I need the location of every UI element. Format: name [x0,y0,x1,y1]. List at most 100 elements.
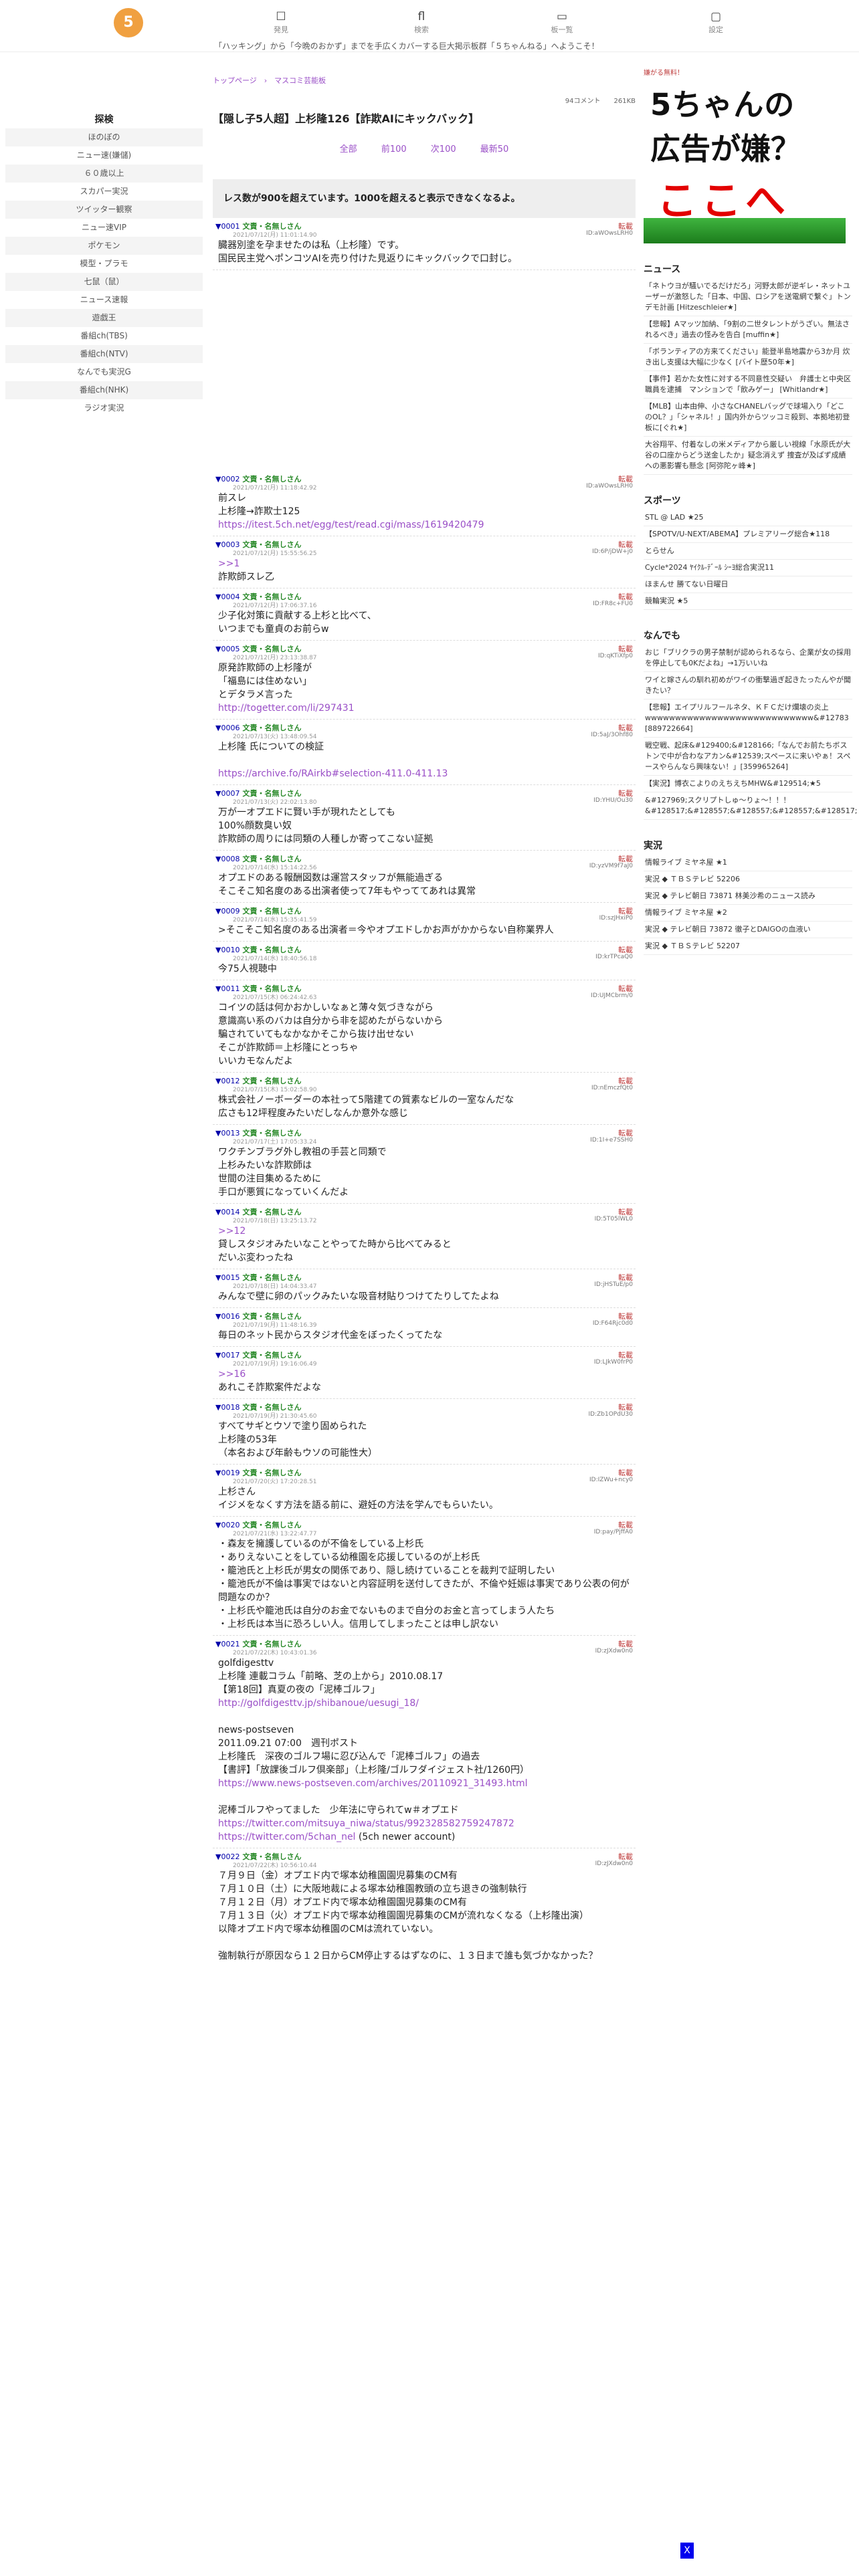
section-item[interactable]: 【MLB】山本由伸、小さなCHANELバッグで球場入り「どこのOL？」「シャネル… [644,399,852,437]
post-id[interactable]: ID:qKTiXfp0 [598,653,633,659]
sidebar-link[interactable]: 遊戯王 [5,309,203,327]
section-item[interactable]: STL @ LAD ★25 [644,510,852,526]
post-id[interactable]: ID:LJkW0frP0 [594,1359,633,1366]
section-item[interactable]: ほまんせ 勝てない日曜日 [644,576,852,593]
post-id[interactable]: ID:Zb1OPdU30 [589,1411,634,1418]
post-body: 株式会社ノーボーダーの本社って5階建ての質素なビルの一室なんだな 広さも12坪程… [215,1093,633,1120]
section-item[interactable]: とらせん [644,543,852,560]
section-item[interactable]: Cycle*2024 ﾔｲｸﾙ-ﾃﾞｰﾙ ｼｰﾖ総合実況11 [644,560,852,576]
post-text: 少子化対策に貢献する上杉と比べて、 いつまでも童貞のお前らw [218,611,377,635]
post-id[interactable]: ID:szJHxiP0 [599,915,633,922]
sidebar-link[interactable]: ポケモン [5,237,203,255]
section-item[interactable]: 戦空戦、起床&#129400;&#128166;「なんでお前たちボストンで中が合… [644,738,852,776]
post-text: 臓器別塗を孕ませたのは私（上杉隆）です。 国民民主党へポンコツAIを売り付けた見… [218,240,518,264]
post-quote-link[interactable]: >>12 [218,1226,246,1237]
post-link[interactable]: https://itest.5ch.net/egg/test/read.cgi/… [218,520,484,530]
post-link[interactable]: https://archive.fo/RAirkb#selection-411.… [218,768,448,779]
post-id[interactable]: ID:nEmczfQt0 [591,1085,633,1091]
post-id[interactable]: ID:aWOwsLRH0 [586,230,633,237]
post-id[interactable]: ID:aWOwsLRH0 [586,483,633,490]
post-id[interactable]: ID:6P/jDW+j0 [592,548,633,555]
post-id[interactable]: ID:jHSTuE/p0 [594,1281,633,1288]
post-id[interactable]: ID:zJXdw0n0 [595,1648,633,1654]
section-item[interactable]: 競輪実況 ★5 [644,593,852,610]
pager-next-100[interactable]: 次100 [431,144,456,154]
post-text: 株式会社ノーボーダーの本社って5階建ての質素なビルの一室なんだな 広さも12坪程… [218,1095,514,1119]
sidebar-link[interactable]: 番組ch(NTV) [5,345,203,363]
post-timestamp: 2021/07/19(月) 19:16:06.49 [233,1361,317,1368]
post-quote-link[interactable]: >>16 [218,1369,246,1380]
section-item[interactable]: 情報ライブ ミヤネ屋 ★1 [644,855,852,871]
breadcrumb[interactable]: トップページ › マスコミ芸能板 [213,75,636,87]
ad-tag: 嫌がる無料！ [644,70,684,77]
post-link[interactable]: https://www.news-postseven.com/archives/… [218,1778,528,1789]
post-id[interactable]: ID:IZWu+ncy0 [589,1477,633,1483]
post-id[interactable]: ID:pay/PjffA0 [594,1529,633,1535]
section-item[interactable]: ワイと嫁さんの馴れ初めがワイの衝撃過ぎ起きたったんやが聞きたい？ [644,672,852,700]
post-id[interactable]: ID:FR8c+FU0 [593,601,633,607]
post-id[interactable]: ID:1I+e7SSH0 [590,1137,633,1144]
section-item[interactable]: 大谷翔平、付着なしの米メディアから厳しい視線「水原氏が大谷の口座からどう送金した… [644,437,852,475]
list-icon: ▭ [556,10,568,23]
post-quote-link[interactable]: >>1 [218,558,240,569]
nav-discover[interactable]: ☐ 発見 [241,9,321,35]
sidebar-link[interactable]: ニュース速報 [5,291,203,309]
post-header: ▼0015 文責・名無しさん 転載 [215,1272,633,1282]
post-id[interactable]: ID:F64Rjc0d0 [593,1320,633,1327]
site-header: 5 ☐ 発見 fl 検索 ▭ 板一覧 ▢ 設定 「ハッキング」から「今晩のおかず」までを… [0,0,859,52]
section-item[interactable]: 【悲報】エイプリルフールネタ、ＫＦＣだけ爛壊の炎上 wwwwwwwwwwwwww… [644,700,852,738]
sidebar-link[interactable]: ニュー速VIP [5,219,203,237]
post-id[interactable]: ID:YHU/Ou30 [593,797,633,804]
post-date: 2021/07/12(月) 11:18:42.92 ID:aWOwsLRH0 [215,483,633,492]
section-item[interactable]: 実況 ◆ ＴＢＳテレビ 52206 [644,871,852,888]
sidebar-link[interactable]: なんでも実況G [5,363,203,381]
sidebar-link[interactable]: 番組ch(NHK) [5,381,203,399]
section-item[interactable]: 実況 ◆ ＴＢＳテレビ 52207 [644,938,852,955]
section-item[interactable]: 【SPOTV/U-NEXT/ABEMA】プレミアリーグ総合★118 [644,526,852,543]
post-id[interactable]: ID:yzVM9f7aJ0 [589,863,633,869]
site-logo[interactable]: 5 [114,8,143,37]
section-item[interactable]: 【事件】若かた女性に対する不同意性交疑い 弁護士と中央区職員を逮捕 マンションで… [644,371,852,399]
section-item[interactable]: &#127969;スクリプトしゅ～りょ～！！！&#128517;&#128557… [644,792,857,820]
sidebar-link[interactable]: 番組ch(TBS) [5,327,203,345]
post-link[interactable]: https://twitter.com/mitsuya_niwa/status/… [218,1818,514,1829]
section-item[interactable]: 実況 ◆ テレビ朝日 73872 徹子とDAIGOの血液い [644,922,852,938]
bottom-ad-close[interactable]: X [680,2543,694,2559]
nav-board-list[interactable]: ▭ 板一覧 [522,9,602,35]
post-date: 2021/07/15(木) 15:02:58.90 ID:nEmczfQt0 [215,1085,633,1093]
post: ▼0021 文責・名無しさん 転載 2021/07/22(木) 10:43:01.36… [213,1636,636,1848]
sidebar-link[interactable]: スカパー実況 [5,183,203,201]
section-item[interactable]: 「ボランティアの方来てください」能登半島地震から3か月 炊き出し支援は大幅に少な… [644,344,852,371]
pager-all[interactable]: 全部 [340,144,357,154]
section-item[interactable]: 情報ライブ ミヤネ屋 ★2 [644,905,852,922]
post-id[interactable]: ID:zJXdw0n0 [595,1860,633,1867]
sidebar-link[interactable]: ラジオ実況 [5,399,203,417]
sidebar-link[interactable]: ツイッター観察 [5,201,203,219]
section-item[interactable]: 実況 ◆ テレビ朝日 73871 林美沙希のニュース読み [644,888,852,905]
section-item[interactable]: 【悲報】Aマッツ加納、「9割の二世タレントがうざい。無法されるべき」過去の怪みを… [644,316,852,344]
pager-prev-100[interactable]: 前100 [381,144,407,154]
sidebar-link[interactable]: 七鼠（鼠） [5,273,203,291]
sidebar-link[interactable]: ほのぼの [5,128,203,146]
post-link[interactable]: http://togetter.com/li/297431 [218,703,355,714]
section-item[interactable]: おじ「ブリクラの男子禁制が認められるなら、企業が女の採用を停止しても0Kだよね」… [644,645,852,672]
section-item[interactable]: 「ネトウヨが騒いでるだけだろ」河野太郎が逆ギレ・ネットユーザーが激怒した「日本、… [644,278,852,316]
sidebar-link[interactable]: ニュー速(嫌儲) [5,146,203,165]
advertise-banner[interactable]: 5ちゃんの 広告が嫌？ ここへ [644,76,846,243]
post-link[interactable]: https://twitter.com/5chan_nel [218,1832,355,1842]
section-item[interactable]: 【実況】博衣こよりのえちえちMHW&#129514;★5 [644,776,852,792]
nav-settings[interactable]: ▢ 設定 [676,9,756,35]
nav-search[interactable]: fl 検索 [381,9,462,35]
post-link[interactable]: http://golfdigesttv.jp/shibanoue/uesugi_… [218,1698,419,1709]
post-id[interactable]: ID:5aJ/3Ohf80 [591,732,633,738]
post: ▼0008 文責・名無しさん 転載 2021/07/14(水) 15:14:22.56… [213,851,636,903]
post-text: コイツの話は何かおかしいなぁと薄々気づきながら 意識高い系のバカは自分から非を認… [218,1002,443,1067]
post-body: >>12 貸しスタジオみたいなことやってた時から比べてみると だいぶ変わったね [215,1224,633,1265]
post-id[interactable]: ID:krTPcaQ0 [595,954,633,960]
post-timestamp: 2021/07/17(土) 17:05:33.24 [233,1139,317,1146]
sidebar-link[interactable]: 模型・プラモ [5,255,203,273]
sidebar-link[interactable]: ６０歳以上 [5,165,203,183]
post-id[interactable]: ID:5T05lWL0 [595,1216,633,1222]
post-id[interactable]: ID:UJMCbrm/0 [591,992,633,999]
pager-latest-50[interactable]: 最新50 [480,144,509,154]
